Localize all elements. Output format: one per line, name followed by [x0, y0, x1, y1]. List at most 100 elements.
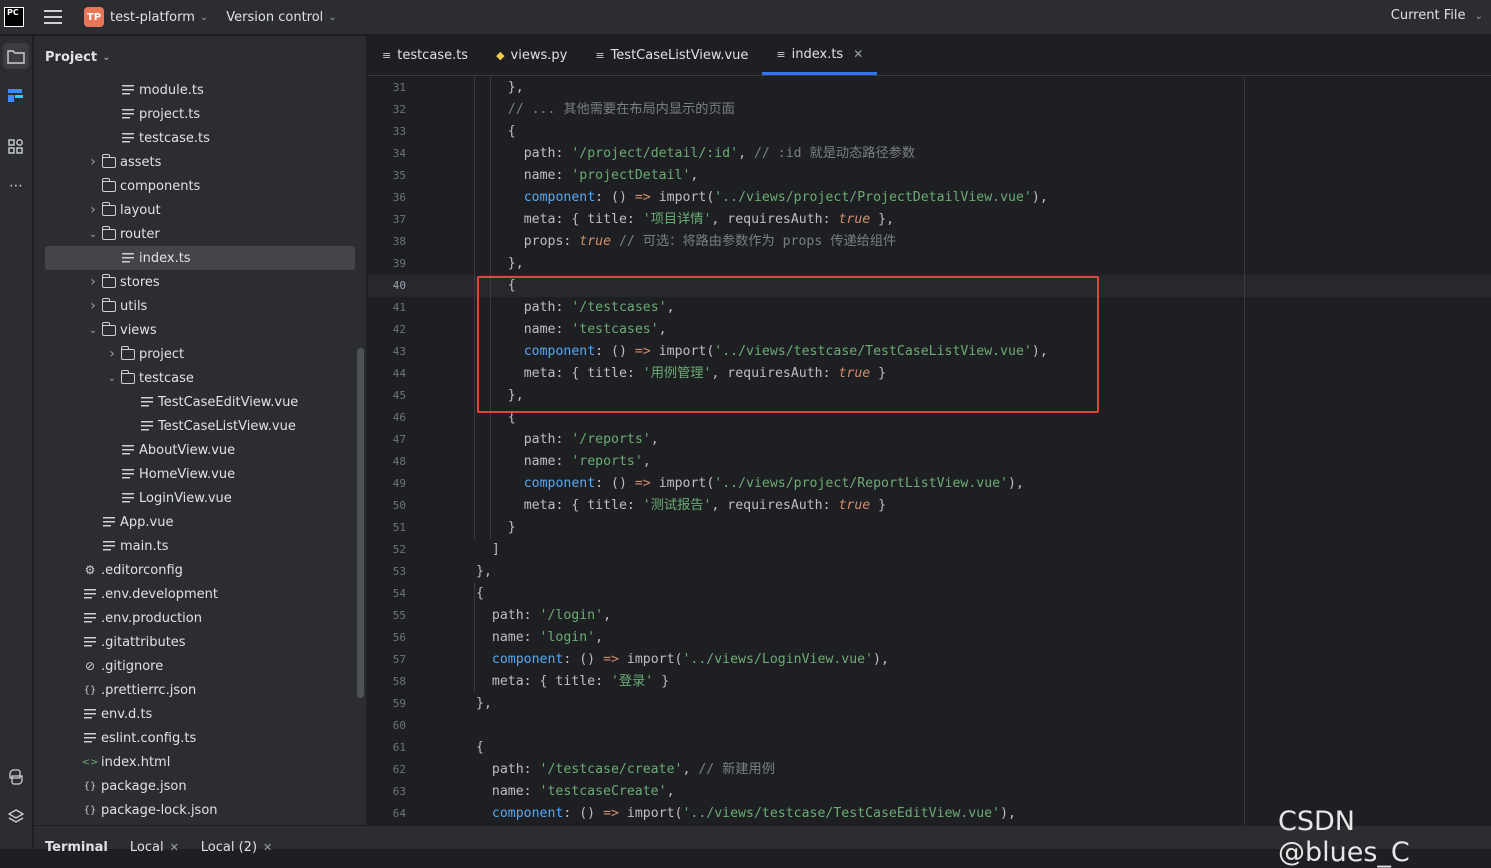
- tree-file[interactable]: eslint.config.ts: [34, 726, 354, 750]
- editor-tab[interactable]: ≡ testcase.ts: [368, 36, 482, 75]
- tree-item-label: .env.production: [101, 610, 202, 626]
- tree-file[interactable]: env.d.ts: [34, 702, 354, 726]
- chevron-down-icon[interactable]: ⌄: [105, 373, 119, 384]
- code-line: },: [476, 561, 492, 583]
- close-icon[interactable]: ✕: [853, 47, 863, 61]
- code-token: name:: [523, 454, 572, 469]
- tree-file[interactable]: testcase.ts: [34, 126, 354, 150]
- chevron-right-icon[interactable]: ›: [86, 274, 100, 290]
- tree-folder[interactable]: › project: [34, 342, 354, 366]
- tree-folder[interactable]: components: [34, 174, 354, 198]
- tree-file[interactable]: LoginView.vue: [34, 486, 354, 510]
- line-number: 62: [392, 763, 406, 776]
- text-file-icon: [84, 709, 96, 719]
- tree-file[interactable]: AboutView.vue: [34, 438, 354, 462]
- chevron-right-icon[interactable]: ›: [86, 202, 100, 218]
- structure-icon[interactable]: [3, 82, 29, 108]
- tree-folder[interactable]: ⌄ router: [34, 222, 354, 246]
- tree-file[interactable]: .gitattributes: [34, 630, 354, 654]
- tree-file[interactable]: project.ts: [34, 102, 354, 126]
- python-console-icon[interactable]: [3, 764, 29, 790]
- folder-icon: [120, 345, 135, 360]
- chevron-down-icon[interactable]: ⌄: [86, 229, 100, 240]
- layers-icon[interactable]: [3, 804, 29, 830]
- bottom-tab[interactable]: Terminal: [34, 840, 119, 855]
- run-config-selector[interactable]: Current File ⌄: [1391, 8, 1483, 23]
- editor-tab[interactable]: ≡ index.ts ✕: [762, 36, 878, 75]
- tree-folder[interactable]: › stores: [34, 270, 354, 294]
- python-file-icon: ◆: [496, 49, 505, 62]
- code-editor[interactable]: 31 32 33 34 35 36 37 38 39 40 41 42 43 44 45 46 47 48 49 50…: [368, 77, 1491, 825]
- tree-file[interactable]: {} package-lock.json: [34, 798, 354, 822]
- editor-tab[interactable]: ◆ views.py: [482, 36, 581, 75]
- line-number: 52: [392, 543, 406, 556]
- tree-file[interactable]: main.ts: [34, 534, 354, 558]
- folder-icon: [101, 297, 116, 312]
- project-scrollbar[interactable]: [357, 348, 364, 698]
- code-token: ),: [1031, 190, 1048, 205]
- tree-file[interactable]: .env.production: [34, 606, 354, 630]
- code-token: : (): [595, 190, 635, 205]
- tree-file[interactable]: ⊘ .gitignore: [34, 654, 354, 678]
- code-line: component: () => import('../views/projec…: [524, 473, 1024, 495]
- folder-icon[interactable]: [3, 43, 29, 69]
- tree-item-label: TestCaseListView.vue: [158, 418, 296, 434]
- chevron-right-icon[interactable]: ›: [86, 298, 100, 314]
- version-control-menu[interactable]: Version control: [226, 10, 323, 25]
- code-token: },: [476, 564, 492, 579]
- code-token: ,: [690, 168, 699, 183]
- tree-folder[interactable]: › assets: [34, 150, 354, 174]
- project-panel-title: Project: [45, 49, 98, 65]
- tree-file[interactable]: HomeView.vue: [34, 462, 354, 486]
- vue-file-icon: ≡: [595, 49, 605, 62]
- editor-tab[interactable]: ≡ TestCaseListView.vue: [581, 36, 762, 75]
- line-number: 48: [392, 455, 406, 468]
- tree-file[interactable]: module.ts: [34, 78, 354, 102]
- close-icon[interactable]: ✕: [263, 841, 272, 854]
- plugins-icon[interactable]: [3, 134, 29, 160]
- chevron-right-icon[interactable]: ›: [105, 346, 119, 362]
- text-file-icon: [122, 85, 134, 95]
- project-badge[interactable]: TP: [84, 7, 104, 27]
- code-token: path:: [523, 432, 572, 447]
- code-line: name: 'login',: [492, 627, 603, 649]
- project-panel-header[interactable]: Project ⌄: [34, 36, 366, 78]
- code-token: : (): [595, 476, 635, 491]
- main-menu-icon[interactable]: [44, 10, 62, 24]
- bottom-tab[interactable]: Local ✕: [119, 840, 190, 855]
- line-number: 50: [392, 499, 406, 512]
- more-icon[interactable]: ⋯: [3, 173, 29, 199]
- project-switcher[interactable]: test-platform: [110, 10, 195, 25]
- tree-file[interactable]: TestCaseEditView.vue: [34, 390, 354, 414]
- tree-item-label: stores: [120, 274, 160, 290]
- chevron-right-icon[interactable]: ›: [86, 154, 100, 170]
- line-number: 60: [392, 719, 406, 732]
- tree-folder[interactable]: › utils: [34, 294, 354, 318]
- code-line: component: () => import('../views/LoginV…: [492, 649, 889, 671]
- tree-file[interactable]: TestCaseListView.vue: [34, 414, 354, 438]
- tree-file[interactable]: {} package.json: [34, 774, 354, 798]
- app-logo-icon[interactable]: PC: [4, 7, 24, 27]
- line-number: 51: [392, 521, 406, 534]
- tree-folder[interactable]: ⌄ testcase: [34, 366, 354, 390]
- tree-file[interactable]: ⚙ .editorconfig: [34, 558, 354, 582]
- code-line: // ... 其他需要在布局内显示的页面: [508, 99, 735, 121]
- tree-folder[interactable]: ⌄ views: [34, 318, 354, 342]
- code-token: ,: [595, 630, 604, 645]
- tree-file[interactable]: .env.development: [34, 582, 354, 606]
- tree-file[interactable]: App.vue: [34, 510, 354, 534]
- close-icon[interactable]: ✕: [170, 841, 179, 854]
- line-number: 42: [392, 323, 406, 336]
- code-token: import(: [650, 190, 715, 205]
- tree-file[interactable]: index.ts: [45, 246, 355, 270]
- code-token: },: [507, 80, 524, 95]
- code-token: ]: [491, 542, 500, 557]
- tree-folder[interactable]: › layout: [34, 198, 354, 222]
- tree-file[interactable]: {} .prettierrc.json: [34, 678, 354, 702]
- bottom-tab[interactable]: Local (2) ✕: [190, 840, 283, 855]
- text-file-icon: [84, 733, 96, 743]
- text-file-icon: [141, 397, 153, 407]
- chevron-down-icon[interactable]: ⌄: [86, 325, 100, 336]
- tree-file[interactable]: <> index.html: [34, 750, 354, 774]
- text-file-icon: [122, 445, 134, 455]
